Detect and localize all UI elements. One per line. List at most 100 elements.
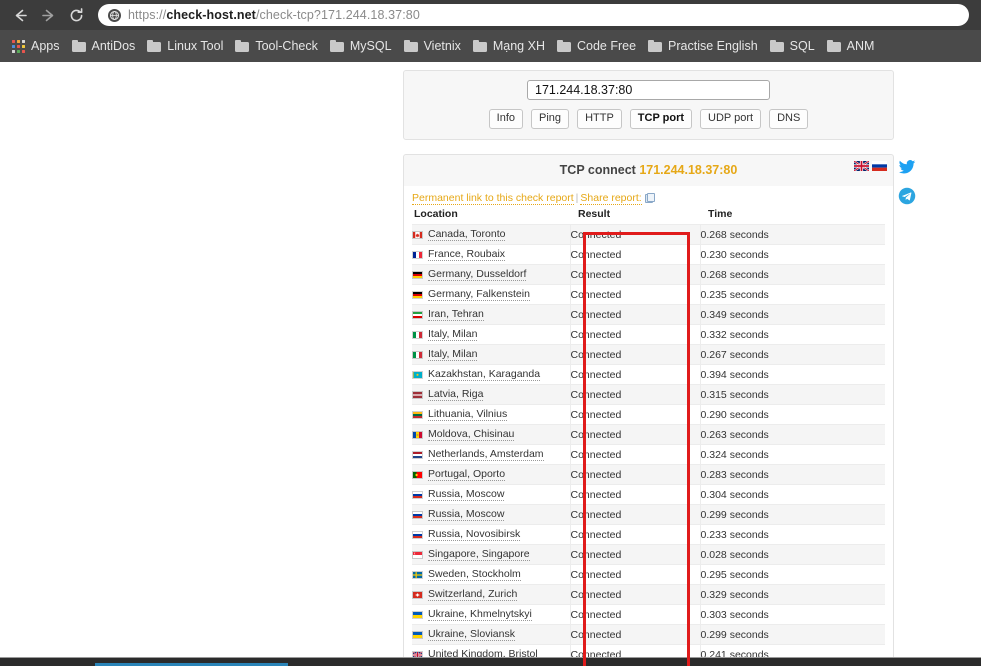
url-text: https://check-host.net/check-tcp?171.244… <box>128 8 420 22</box>
cell-location: Canada, Toronto <box>412 225 570 245</box>
flag-uk-icon[interactable] <box>854 161 869 171</box>
bookmark-item[interactable]: Tool-Check <box>229 34 324 58</box>
column-header-location[interactable]: Location <box>412 207 570 225</box>
bookmark-label: AntiDos <box>92 39 136 53</box>
main-content-column: Info Ping HTTP TCP port UDP port DNS TCP conn… <box>403 62 894 666</box>
results-body: Canada, TorontoConnected0.268 secondsFra… <box>412 225 885 666</box>
cell-result: Connected <box>570 545 700 565</box>
bookmark-item[interactable]: SQL <box>764 34 821 58</box>
bookmark-item[interactable]: ANM <box>821 34 881 58</box>
table-row: Singapore, SingaporeConnected0.028 secon… <box>412 545 885 565</box>
address-bar[interactable]: https://check-host.net/check-tcp?171.244… <box>98 4 969 26</box>
browser-toolbar: https://check-host.net/check-tcp?171.244… <box>0 0 981 30</box>
twitter-icon[interactable] <box>898 158 916 176</box>
location-link[interactable]: Russia, Moscow <box>428 488 504 501</box>
bookmark-item[interactable]: MySQL <box>324 34 398 58</box>
bookmark-label: MySQL <box>350 39 392 53</box>
cell-result: Connected <box>570 325 700 345</box>
table-row: Lithuania, VilniusConnected0.290 seconds <box>412 405 885 425</box>
bookmark-item[interactable]: Linux Tool <box>141 34 229 58</box>
permanent-link[interactable]: Permanent link to this check report <box>412 192 574 205</box>
forward-button[interactable] <box>34 1 62 29</box>
check-tab-dns[interactable]: DNS <box>769 109 808 129</box>
location-link[interactable]: Ukraine, Sloviansk <box>428 628 515 641</box>
cell-time: 0.304 seconds <box>700 485 885 505</box>
report-title: TCP connect 171.244.18.37:80 <box>560 163 738 177</box>
check-tab-tcp-port[interactable]: TCP port <box>630 109 692 129</box>
folder-icon <box>770 40 784 52</box>
column-header-result[interactable]: Result <box>570 207 700 225</box>
location-link[interactable]: Netherlands, Amsterdam <box>428 448 544 461</box>
cell-location: Switzerland, Zurich <box>412 585 570 605</box>
check-tab-info[interactable]: Info <box>489 109 523 129</box>
cell-result: Connected <box>570 425 700 445</box>
folder-icon <box>330 40 344 52</box>
location-link[interactable]: Moldova, Chisinau <box>428 428 514 441</box>
table-row: Netherlands, AmsterdamConnected0.324 sec… <box>412 445 885 465</box>
flag-it-icon <box>412 331 423 339</box>
copy-icon[interactable] <box>645 193 654 202</box>
back-button[interactable] <box>6 1 34 29</box>
location-link[interactable]: Italy, Milan <box>428 348 477 361</box>
bookmark-item[interactable]: Vietnix <box>398 34 467 58</box>
location-link[interactable]: Switzerland, Zurich <box>428 588 517 601</box>
cell-time: 0.230 seconds <box>700 245 885 265</box>
location-link[interactable]: Singapore, Singapore <box>428 548 530 561</box>
cell-location: France, Roubaix <box>412 245 570 265</box>
bookmarks-bar: Apps AntiDos Linux ToolTool-Check MySQL Vie… <box>0 30 981 62</box>
location-link[interactable]: Russia, Moscow <box>428 508 504 521</box>
browser-chrome: https://check-host.net/check-tcp?171.244… <box>0 0 981 62</box>
telegram-icon[interactable] <box>898 187 916 205</box>
check-tab-udp-port[interactable]: UDP port <box>700 109 761 129</box>
location-link[interactable]: Ukraine, Khmelnytskyi <box>428 608 532 621</box>
flag-lv-icon <box>412 391 423 399</box>
table-row: Italy, MilanConnected0.267 seconds <box>412 345 885 365</box>
table-row: Ukraine, KhmelnytskyiConnected0.303 seco… <box>412 605 885 625</box>
host-input[interactable] <box>527 80 770 100</box>
cell-location: Moldova, Chisinau <box>412 425 570 445</box>
column-header-time[interactable]: Time <box>700 207 885 225</box>
cell-location: Russia, Moscow <box>412 505 570 525</box>
table-row: Switzerland, ZurichConnected0.329 second… <box>412 585 885 605</box>
cell-location: Italy, Milan <box>412 345 570 365</box>
page-viewport: Info Ping HTTP TCP port UDP port DNS TCP conn… <box>0 62 981 666</box>
flag-russia-icon[interactable] <box>872 161 887 171</box>
table-row: Latvia, RigaConnected0.315 seconds <box>412 385 885 405</box>
bookmark-item[interactable]: Code Free <box>551 34 642 58</box>
share-report-link[interactable]: Share report: <box>580 192 641 205</box>
flag-sg-icon <box>412 551 423 559</box>
location-link[interactable]: Sweden, Stockholm <box>428 568 521 581</box>
cell-result: Connected <box>570 225 700 245</box>
location-link[interactable]: France, Roubaix <box>428 248 505 261</box>
bookmark-item[interactable]: AntiDos <box>66 34 142 58</box>
cell-time: 0.295 seconds <box>700 565 885 585</box>
cell-location: Sweden, Stockholm <box>412 565 570 585</box>
cell-location: Ukraine, Khmelnytskyi <box>412 605 570 625</box>
globe-icon <box>108 9 121 22</box>
flag-ua-icon <box>412 631 423 639</box>
location-link[interactable]: Russia, Novosibirsk <box>428 528 520 541</box>
report-panel: TCP connect 171.244.18.37:80 <box>403 154 894 666</box>
location-link[interactable]: Lithuania, Vilnius <box>428 408 507 421</box>
bookmark-item[interactable]: Practise English <box>642 34 764 58</box>
flag-it-icon <box>412 351 423 359</box>
cell-location: Italy, Milan <box>412 325 570 345</box>
location-link[interactable]: Latvia, Riga <box>428 388 483 401</box>
location-link[interactable]: Italy, Milan <box>428 328 477 341</box>
reload-button[interactable] <box>62 1 90 29</box>
location-link[interactable]: Germany, Dusseldorf <box>428 268 526 281</box>
cell-result: Connected <box>570 565 700 585</box>
location-link[interactable]: Iran, Tehran <box>428 308 484 321</box>
flag-de-icon <box>412 291 423 299</box>
cell-time: 0.349 seconds <box>700 305 885 325</box>
bookmark-item[interactable]: Mạng XH <box>467 34 551 58</box>
location-link[interactable]: Germany, Falkenstein <box>428 288 530 301</box>
bookmark-apps[interactable]: Apps <box>6 34 66 58</box>
report-title-prefix: TCP connect <box>560 163 636 177</box>
check-tab-http[interactable]: HTTP <box>577 109 622 129</box>
url-path: /check-tcp?171.244.18.37:80 <box>256 8 420 22</box>
location-link[interactable]: Kazakhstan, Karaganda <box>428 368 540 381</box>
location-link[interactable]: Portugal, Oporto <box>428 468 505 481</box>
location-link[interactable]: Canada, Toronto <box>428 228 505 241</box>
check-tab-ping[interactable]: Ping <box>531 109 569 129</box>
